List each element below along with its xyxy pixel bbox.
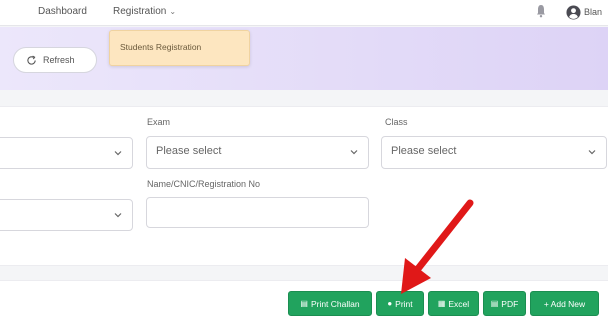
user-name: Blan: [584, 7, 603, 17]
refresh-button[interactable]: Refresh: [13, 47, 97, 73]
top-navbar: Dashboard Registration ⌄ Blan: [0, 0, 608, 26]
red-arrow-annotation: [401, 199, 474, 294]
nav-registration-label: Registration: [113, 6, 167, 17]
user-menu[interactable]: Blan: [566, 3, 608, 21]
refresh-label: Refresh: [43, 55, 75, 65]
registration-dropdown: Students Registration: [109, 30, 250, 66]
chevron-down-icon: [114, 151, 122, 156]
pdf-button[interactable]: ▤ PDF: [483, 291, 526, 316]
nav-dashboard[interactable]: Dashboard: [38, 6, 87, 17]
left-select-2[interactable]: [0, 199, 133, 231]
left-select-1[interactable]: [0, 137, 133, 169]
class-select[interactable]: Please select: [381, 136, 607, 169]
exam-label: Exam: [147, 117, 171, 127]
print-label: Print: [395, 298, 413, 309]
exam-select-value: Please select: [156, 145, 222, 157]
search-input[interactable]: [146, 197, 369, 228]
refresh-icon: [27, 55, 36, 65]
add-new-button[interactable]: + Add New: [530, 291, 599, 316]
chevron-down-icon: [588, 150, 596, 155]
pdf-icon: ▤: [490, 299, 499, 308]
chevron-down-icon: [350, 150, 358, 155]
print-challan-button[interactable]: ▤ Print Challan: [288, 291, 372, 316]
chevron-down-icon: ⌄: [169, 7, 177, 16]
filter-panel: Exam Please select Class Please select N…: [0, 106, 608, 266]
menu-item-students-registration[interactable]: Students Registration: [120, 42, 201, 52]
exam-select[interactable]: Please select: [146, 136, 369, 169]
nav-registration[interactable]: Registration ⌄: [113, 6, 176, 17]
excel-label: Excel: [448, 298, 470, 309]
class-label: Class: [385, 117, 408, 127]
class-select-value: Please select: [391, 145, 457, 157]
chevron-down-icon: [114, 213, 122, 218]
print-icon: ●: [387, 299, 393, 308]
pdf-label: PDF: [501, 298, 519, 309]
document-icon: ▤: [300, 299, 308, 308]
bell-icon[interactable]: [536, 4, 546, 18]
search-label: Name/CNIC/Registration No: [147, 179, 261, 189]
print-challan-label: Print Challan: [310, 298, 360, 309]
excel-icon: ▦: [437, 299, 446, 308]
user-circle-icon: [566, 4, 581, 20]
